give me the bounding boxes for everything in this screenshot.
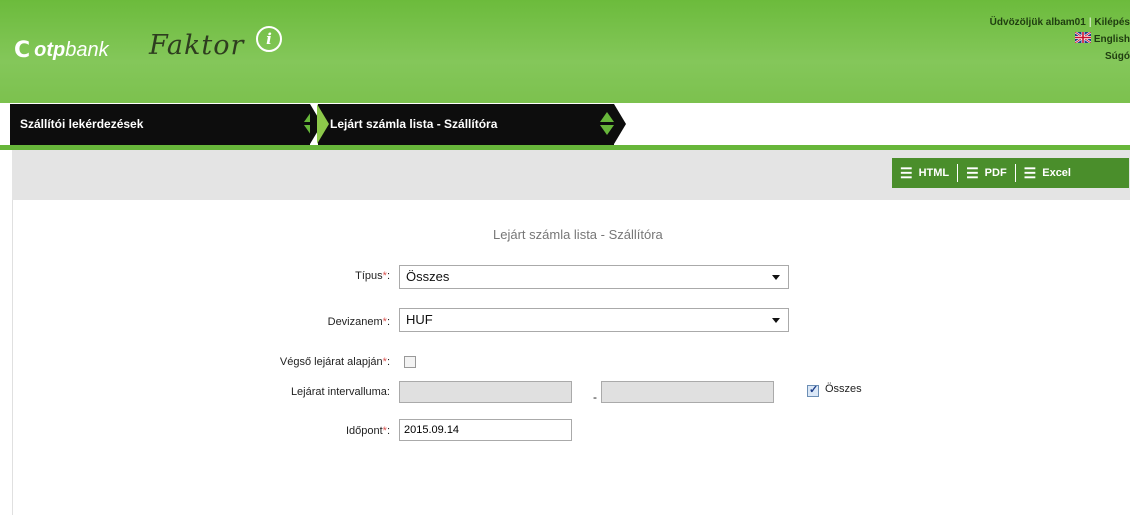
list-icon: ☰ (1023, 164, 1037, 181)
logo-brand-rest: bank (65, 39, 109, 61)
export-pdf-label: PDF (984, 167, 1007, 179)
info-icon: i (256, 26, 282, 52)
form-panel: Lejárt számla lista - Szállítóra Típus*:… (12, 200, 1130, 515)
dropdown-arrow-icon (772, 318, 780, 323)
lejarat-from-input[interactable] (399, 381, 572, 403)
breadcrumb-item-expired-invoice-list[interactable]: Lejárt számla lista - Szállítóra (317, 104, 626, 145)
language-label: English (1093, 34, 1130, 45)
breadcrumb-item-supplier-queries[interactable]: Szállítói lekérdezések (10, 104, 322, 145)
vegso-lejarat-checkbox[interactable] (404, 356, 416, 368)
osszes-label: Összes (825, 383, 862, 395)
export-buttons: ☰ HTML ☰ PDF ☰ Excel (892, 158, 1129, 188)
export-html-button[interactable]: ☰ HTML (892, 158, 957, 188)
breadcrumb-label: Lejárt számla lista - Szállítóra (330, 117, 498, 131)
vegso-lejarat-label: Végső lejárat alapján*: (279, 356, 390, 368)
devizanem-value: HUF (406, 312, 433, 327)
separator: | (1088, 17, 1092, 28)
uk-flag-icon (1074, 32, 1091, 43)
list-icon: ☰ (966, 164, 979, 181)
logo-brand-bold: otp (34, 39, 66, 61)
lejarat-to-input[interactable] (601, 381, 774, 403)
lejarat-intervallum-label: Lejárat intervalluma: (290, 386, 390, 398)
form-title: Lejárt számla lista - Szállítóra (493, 227, 663, 242)
idopont-label: Időpont*: (345, 425, 390, 437)
language-switch[interactable]: English (990, 31, 1130, 48)
export-excel-button[interactable]: ☰ Excel (1016, 158, 1079, 188)
export-pdf-button[interactable]: ☰ PDF (958, 158, 1015, 188)
up-down-arrows-icon[interactable] (304, 112, 318, 136)
tipus-select[interactable]: Összes (399, 265, 789, 289)
tipus-value: Összes (406, 269, 450, 284)
up-down-arrows-icon[interactable] (600, 112, 614, 136)
tipus-label: Típus*: (355, 270, 390, 282)
breadcrumb-label: Szállítói lekérdezések (20, 117, 144, 131)
app-name: Faktor (149, 30, 245, 61)
header-bar: C otp bank Faktor i Üdvözöljük albam01 | Ki… (0, 0, 1130, 103)
user-panel: Üdvözöljük albam01 | Kilépés English Súgó (990, 14, 1130, 65)
devizanem-label: Devizanem*: (327, 316, 390, 328)
export-html-label: HTML (918, 167, 950, 179)
osszes-checkbox[interactable] (807, 383, 819, 397)
export-excel-label: Excel (1042, 167, 1071, 179)
devizanem-select[interactable]: HUF (399, 308, 789, 332)
help-link[interactable]: Súgó (1105, 51, 1130, 62)
otpbank-logo: C otp bank (14, 38, 109, 63)
otp-logo-icon: C (14, 38, 31, 63)
list-icon: ☰ (900, 164, 913, 181)
idopont-input[interactable]: 2015.09.14 (399, 419, 572, 441)
greeting-text: Üdvözöljük albam01 (989, 17, 1086, 28)
range-dash: - (593, 390, 597, 404)
toolbar: ☰ HTML ☰ PDF ☰ Excel (12, 150, 1130, 200)
dropdown-arrow-icon (772, 275, 780, 280)
logout-link[interactable]: Kilépés (1094, 17, 1130, 28)
breadcrumb: Szállítói lekérdezések Lejárt számla lis… (10, 104, 626, 145)
